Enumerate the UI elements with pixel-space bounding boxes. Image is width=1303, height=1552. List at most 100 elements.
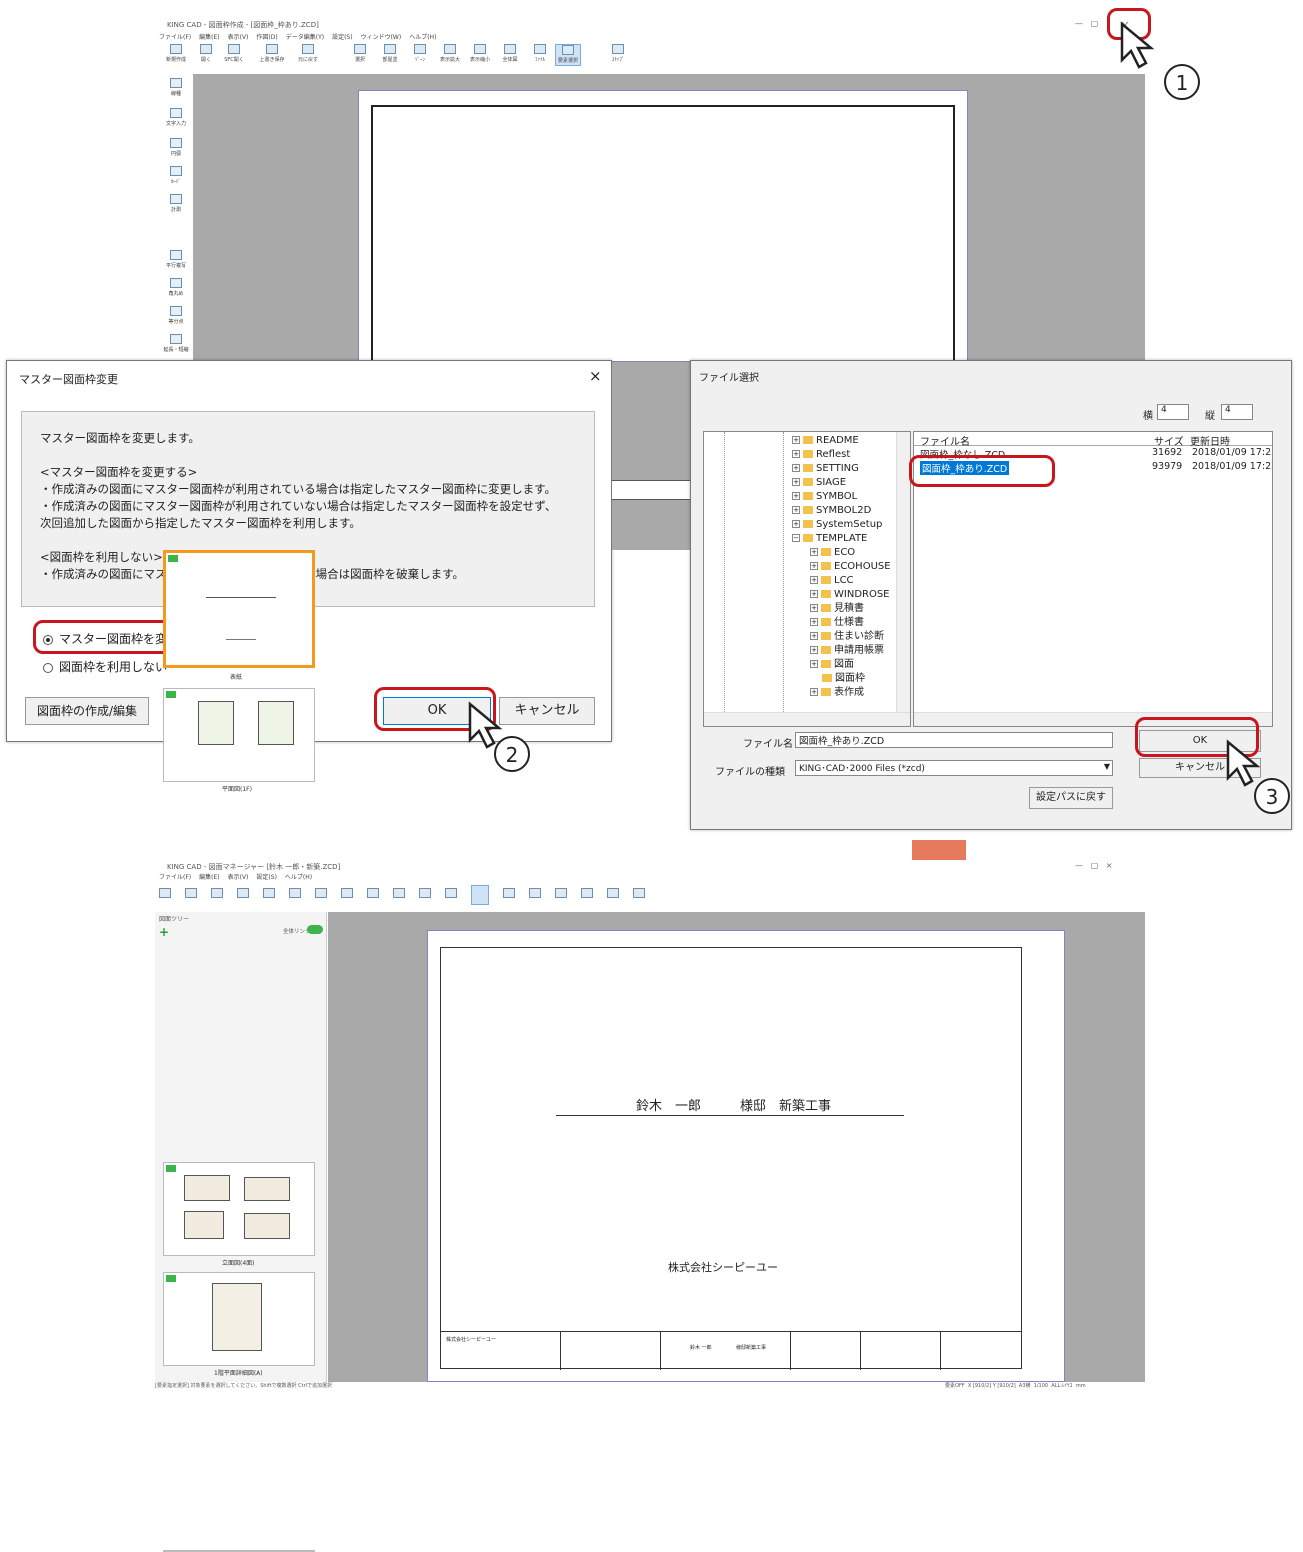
side-round[interactable]: 角丸め [161,278,191,297]
menu-help[interactable]: ヘルプ(H) [285,872,312,881]
tb-template-icon[interactable] [211,888,223,898]
side-arc[interactable]: 円弧 [161,138,191,157]
tree-frame[interactable]: 図面枠 [822,672,865,686]
tree-eco[interactable]: + ECO [810,546,855,560]
zoom-in-button[interactable]: 表示拡大 [437,44,463,66]
tree-template[interactable]: − TEMPLATE [792,532,867,546]
thumbnail-floor-plan[interactable] [163,688,315,782]
fit-button[interactable]: 全体図 [497,44,523,66]
tree-vscroll[interactable] [896,432,910,712]
menu-data[interactable]: データ編集(Y) [286,32,324,41]
room-icon [384,44,396,54]
tb-sheet-icon[interactable] [529,888,541,898]
side-measure[interactable]: 計測 [161,194,191,213]
yoko-spinner[interactable]: 4 [1157,404,1189,420]
menu-edit[interactable]: 編集(E) [199,32,219,41]
tree-reflest[interactable]: + Reflest [792,448,850,462]
arc-icon [170,138,182,148]
tate-spinner[interactable]: 4 [1221,404,1253,420]
tb-link-icon[interactable] [555,888,567,898]
menu-view[interactable]: 表示(V) [228,872,249,881]
tree-diagnosis[interactable]: + 住まい診断 [810,630,884,644]
radio-none[interactable]: 図面枠を利用しない [43,658,167,675]
thumbnail-detail-plan[interactable] [163,1272,315,1366]
dialog-close-button[interactable]: × [589,367,602,385]
col-size[interactable]: サイズ [1154,433,1184,448]
menu-file[interactable]: ファイル(F) [159,32,191,41]
col-date[interactable]: 更新日時 [1190,433,1230,448]
menu-help[interactable]: ヘルプ(H) [409,32,436,41]
tate-label: 縦 [1205,411,1215,422]
tree-readme[interactable]: + README [792,434,859,448]
menu-file[interactable]: ファイル(F) [159,872,191,881]
tree-symbol2d[interactable]: + SYMBOL2D [792,504,871,518]
menu-settings[interactable]: 設定(S) [256,872,277,881]
save-button[interactable]: 上書き保存 [259,44,285,66]
tb-zoom-out-icon[interactable] [419,888,431,898]
col-name[interactable]: ファイル名 [920,433,970,448]
tb-open-icon[interactable] [185,888,197,898]
tree-table[interactable]: + 表作成 [810,686,864,700]
tb-text-icon[interactable] [607,888,619,898]
tb-grid-icon[interactable] [633,888,645,898]
menu-view[interactable]: 表示(V) [228,32,249,41]
tb-zoom-in-icon[interactable] [393,888,405,898]
menu-window[interactable]: ウィンドウ(W) [361,32,402,41]
edit-frame-button[interactable]: 図面枠の作成/編集 [25,697,149,725]
side-parallel[interactable]: 平行複写 [161,250,191,269]
tree-systemsetup[interactable]: + SystemSetup [792,518,882,532]
tb-snap-icon[interactable] [503,888,515,898]
side-text[interactable]: 文字入力 [161,108,191,127]
snap-button[interactable]: ｽﾅｯﾌﾟ [605,44,631,66]
tree-lcc[interactable]: + LCC [810,574,854,588]
tree-estimate[interactable]: + 見積書 [810,602,864,616]
side-divide[interactable]: 等分点 [161,306,191,325]
tree-siage[interactable]: + SIAGE [792,476,846,490]
menu-settings[interactable]: 設定(S) [332,32,353,41]
thumbnail-cover[interactable] [163,550,315,668]
side-extend[interactable]: 延長・短縮 [161,334,191,353]
tree-symbol[interactable]: + SYMBOL [792,490,857,504]
element-select-button[interactable]: 要素選択 [555,44,581,66]
tree-application[interactable]: + 申請用帳票 [810,644,884,658]
tb-new-icon[interactable] [159,888,171,898]
tree-drawing[interactable]: + 図面 [810,658,854,672]
reset-path-button[interactable]: 設定パスに戻す [1029,787,1113,809]
open-button[interactable]: 開く [193,44,219,66]
tree-windrose[interactable]: + WINDROSE [810,588,890,602]
side-card[interactable]: ｶｰﾄﾞ [161,166,191,185]
filename-input[interactable]: 図面枠_枠あり.ZCD [795,732,1113,748]
tb-print-icon[interactable] [289,888,301,898]
tb-undo-icon[interactable] [315,888,327,898]
menu-edit[interactable]: 編集(E) [199,872,219,881]
zoom-out-button[interactable]: 表示縮小 [467,44,493,66]
tb-select-icon[interactable] [341,888,353,898]
tb-cursor-icon[interactable] [471,885,489,905]
sync-toggle[interactable] [307,925,323,934]
drawing-paper [358,90,968,365]
new-button[interactable]: 新規作成 [163,44,189,66]
undo-button[interactable]: 元に戻す [295,44,321,66]
select-button[interactable]: 選択 [347,44,373,66]
tb-room-icon[interactable] [367,888,379,898]
side-line[interactable]: 線種 [161,78,191,97]
tb-save-icon[interactable] [263,888,275,898]
tb-fit-icon[interactable] [445,888,457,898]
tb-print2-icon[interactable] [581,888,593,898]
zone-button[interactable]: ｿﾞｰﾝ [407,44,433,66]
menu-draw[interactable]: 作図(D) [256,32,277,41]
tb-add-icon[interactable] [237,888,249,898]
file-button[interactable]: ﾌｧｲﾙ [527,44,553,66]
bottom-menu-bar: ファイル(F) 編集(E) 表示(V) 設定(S) ヘルプ(H) [159,872,312,881]
sfc-open-button[interactable]: SFC開く [221,44,247,66]
tree-spec[interactable]: + 仕様書 [810,616,864,630]
thumbnail-elevation[interactable] [163,1162,315,1256]
filetype-select[interactable]: KING･CAD･2000 Files (*zcd) ▼ [795,760,1113,776]
room-button[interactable]: 部屋塗 [377,44,403,66]
add-sheet-icon[interactable]: + [159,925,169,939]
tree-ecohouse[interactable]: + ECOHOUSE [810,560,891,574]
folder-tree[interactable]: + README + Reflest + SETTING + SIAGE + SYMBOL… [703,431,911,727]
divide-icon [170,306,182,316]
tree-setting[interactable]: + SETTING [792,462,859,476]
tree-hscroll[interactable] [704,712,910,726]
